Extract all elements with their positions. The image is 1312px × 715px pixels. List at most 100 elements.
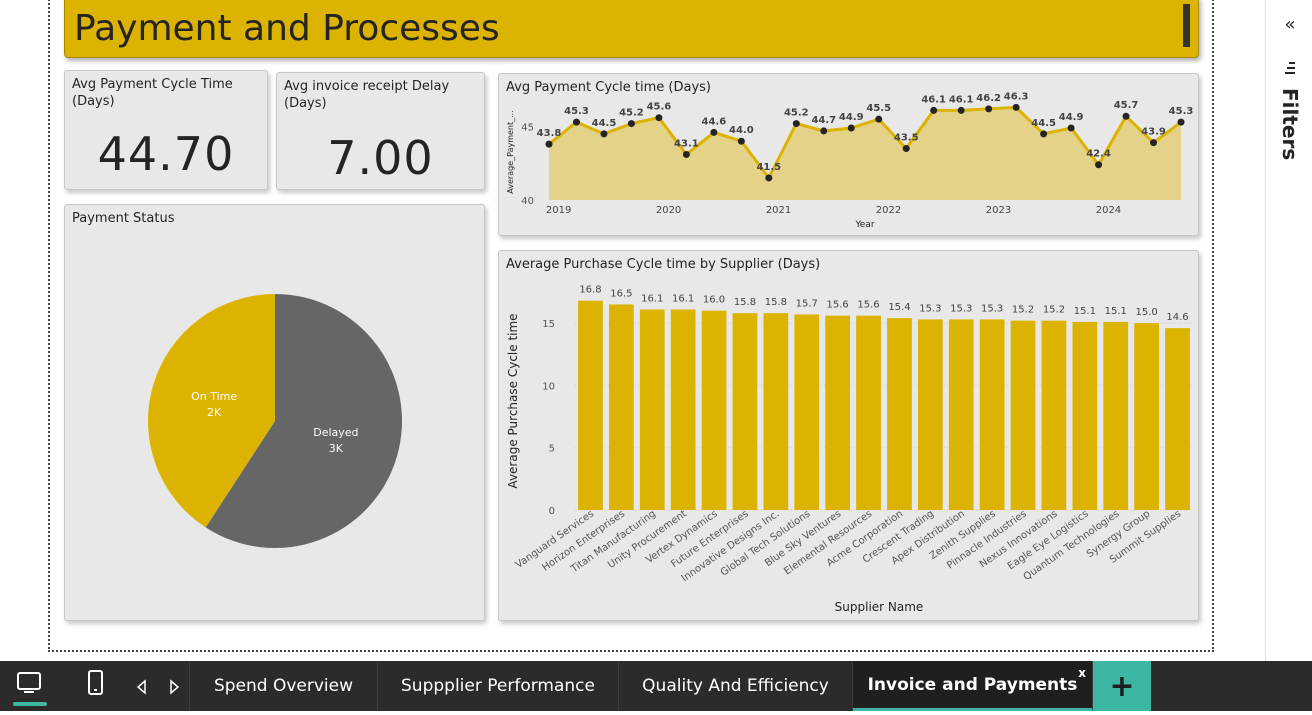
filters-pane: « Filters xyxy=(1265,0,1312,661)
line-data-label: 44.5 xyxy=(1031,118,1056,129)
line-data-label: 45.3 xyxy=(564,106,589,117)
next-page-button[interactable] xyxy=(164,661,184,711)
pie-slice-value: 3K xyxy=(329,442,344,455)
tab-quality-and-efficiency[interactable]: Quality And Efficiency xyxy=(619,661,853,711)
bar-innovative-designs-inc- xyxy=(763,313,789,510)
line-data-label: 44.6 xyxy=(702,116,727,127)
line-data-label: 44.9 xyxy=(839,112,864,123)
bar-y-tick: 10 xyxy=(542,381,555,392)
bar-blue-sky-ventures xyxy=(825,315,851,510)
bar-data-label: 14.6 xyxy=(1166,312,1188,323)
kpi-value-receipt-delay: 7.00 xyxy=(327,131,434,185)
mobile-icon xyxy=(88,670,103,695)
bar-data-label: 15.1 xyxy=(1074,306,1096,317)
bar-horizon-enterprises xyxy=(608,304,634,510)
kpi-card-payment-cycle[interactable]: Avg Payment Cycle Time (Days) 44.70 xyxy=(64,70,268,190)
bar-data-label: 15.6 xyxy=(827,300,849,311)
bar-global-tech-solutions xyxy=(794,314,820,510)
bar-data-label: 16.5 xyxy=(610,288,632,299)
tab-spend-overview[interactable]: Spend Overview xyxy=(189,661,378,711)
bar-future-enterprises xyxy=(732,313,758,510)
mobile-view-button[interactable] xyxy=(80,661,112,711)
bar-data-label: 15.3 xyxy=(919,303,941,314)
line-data-label: 45.5 xyxy=(866,103,891,114)
tab-supplier-performance[interactable]: Suppplier Performance xyxy=(378,661,619,711)
line-data-label: 43.8 xyxy=(537,128,562,139)
line-point xyxy=(1012,103,1020,111)
tab-label: Spend Overview xyxy=(213,676,354,696)
pie-slice-label: Delayed xyxy=(313,426,358,439)
bar-y-tick: 15 xyxy=(542,319,555,330)
close-tab-icon[interactable]: x xyxy=(1078,666,1086,680)
line-y-axis-label: Average_Payment_... xyxy=(506,110,515,194)
add-page-button[interactable]: + xyxy=(1093,661,1151,711)
bar-nexus-innovations xyxy=(1041,320,1067,510)
line-point xyxy=(600,130,608,138)
bar-data-label: 15.2 xyxy=(1012,305,1034,316)
bar-card[interactable]: Average Purchase Cycle time by Supplier … xyxy=(498,250,1199,621)
bar-data-label: 16.8 xyxy=(579,285,601,296)
line-data-label: 43.5 xyxy=(894,133,919,144)
line-x-tick: 2022 xyxy=(876,205,901,216)
tab-label: Quality And Efficiency xyxy=(642,676,829,696)
bar-data-label: 15.3 xyxy=(950,303,972,314)
line-data-label: 45.7 xyxy=(1114,100,1139,111)
line-data-label: 45.3 xyxy=(1169,106,1194,117)
line-point xyxy=(627,120,635,128)
tab-invoice-and-payments[interactable]: Invoice and Payments x xyxy=(853,661,1093,711)
line-point xyxy=(1067,124,1075,132)
pie-slice-value: 2K xyxy=(207,406,222,419)
previous-page-button[interactable] xyxy=(132,661,152,711)
line-point xyxy=(875,115,883,123)
line-x-axis-label: Year xyxy=(854,220,874,230)
line-point xyxy=(957,106,965,114)
bar-data-label: 15.0 xyxy=(1136,307,1158,318)
line-y-tick: 40 xyxy=(521,196,534,207)
line-data-label: 44.5 xyxy=(592,118,617,129)
line-data-label: 41.5 xyxy=(756,162,781,173)
line-point xyxy=(792,120,800,128)
bar-data-label: 15.2 xyxy=(1043,305,1065,316)
bar-data-label: 15.7 xyxy=(796,298,818,309)
bar-pinnacle-industries xyxy=(1010,320,1036,510)
desktop-view-button[interactable] xyxy=(8,661,50,711)
bar-vanguard-services xyxy=(578,300,603,510)
line-point xyxy=(1177,118,1185,126)
report-canvas: Payment and Processes Avg Payment Cycle … xyxy=(0,0,1265,661)
line-data-label: 44.9 xyxy=(1059,112,1084,123)
line-data-label: 45.6 xyxy=(647,102,672,113)
pie-card[interactable]: Payment Status Delayed 3K On Time 2K xyxy=(64,204,485,621)
line-x-tick: 2019 xyxy=(546,205,571,216)
bar-apex-distribution xyxy=(948,319,974,510)
filters-label[interactable]: Filters xyxy=(1278,88,1302,160)
page-navigation-bar: Spend Overview Suppplier Performance Qua… xyxy=(0,661,1312,711)
line-data-label: 46.1 xyxy=(949,94,974,105)
line-point xyxy=(1040,130,1048,138)
line-point xyxy=(820,127,828,135)
line-point xyxy=(710,128,718,136)
line-point xyxy=(847,124,855,132)
tab-label: Suppplier Performance xyxy=(401,676,595,696)
line-point xyxy=(572,118,580,126)
filter-icon[interactable] xyxy=(1280,58,1300,78)
bar-summit-supplies xyxy=(1165,328,1190,510)
line-x-tick: 2020 xyxy=(656,205,681,216)
bar-titan-manufacturing xyxy=(639,309,665,510)
line-card[interactable]: Avg Payment Cycle time (Days) 43.8 45.3 44… xyxy=(498,73,1199,236)
triangle-left-icon xyxy=(136,679,146,695)
bar-quantum-technologies xyxy=(1103,321,1129,510)
supplier-bar-chart: 05101516.8Vanguard Services16.5Horizon E… xyxy=(506,285,1193,614)
line-y-tick: 45 xyxy=(521,123,534,134)
line-x-tick: 2023 xyxy=(986,205,1011,216)
kpi-card-receipt-delay[interactable]: Avg invoice receipt Delay (Days) 7.00 xyxy=(276,72,485,190)
line-point xyxy=(902,145,910,153)
bar-synergy-group xyxy=(1134,323,1160,510)
desktop-icon xyxy=(13,672,47,706)
chevron-double-left-icon[interactable]: « xyxy=(1280,14,1300,36)
payment-cycle-line-chart: 43.845.344.545.245.643.144.644.041.545.2… xyxy=(506,91,1194,230)
line-data-label: 42.4 xyxy=(1086,149,1111,160)
bar-eagle-eye-logistics xyxy=(1072,321,1098,510)
payment-status-pie: Delayed 3K On Time 2K xyxy=(148,294,403,548)
bar-y-axis-label: Average Purchase Cycle time xyxy=(506,313,520,488)
bar-data-label: 15.8 xyxy=(765,297,787,308)
